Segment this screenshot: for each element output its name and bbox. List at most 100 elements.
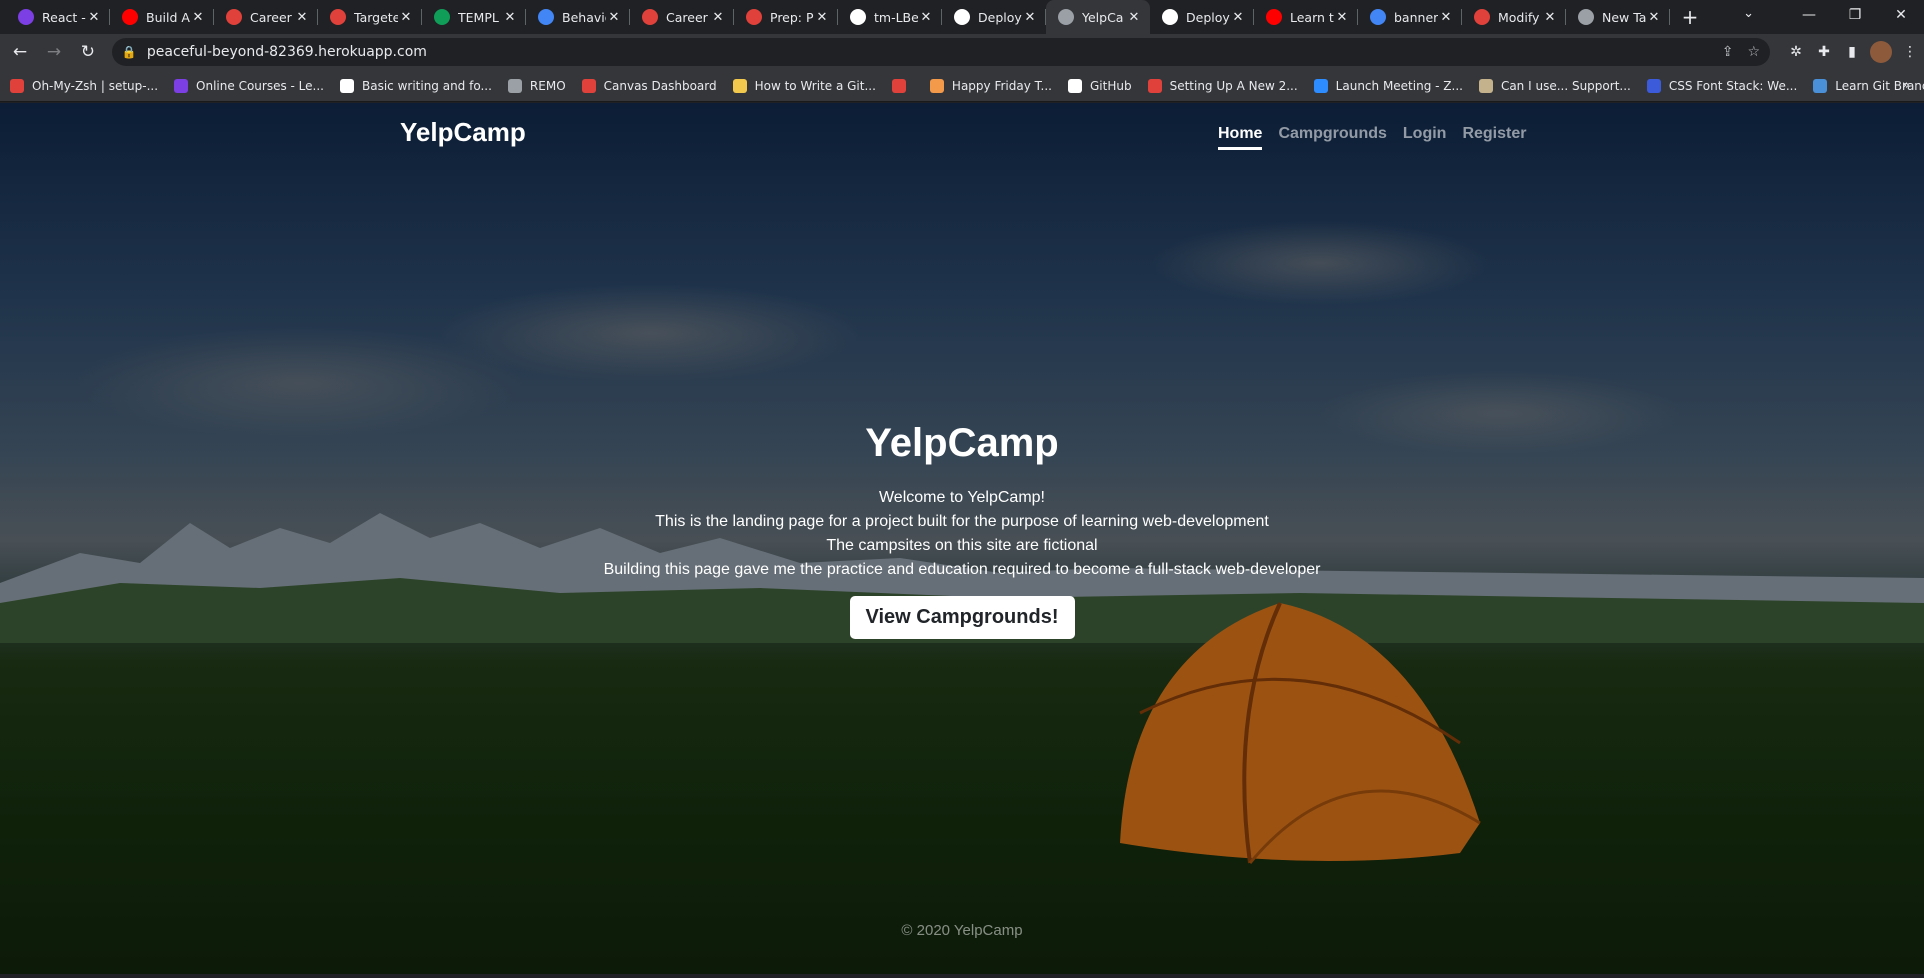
bookmark-item[interactable]: CSS Font Stack: We... (1646, 78, 1797, 93)
view-campgrounds-button[interactable]: View Campgrounds! (849, 596, 1075, 639)
bookmark-item[interactable]: Basic writing and fo... (339, 78, 492, 93)
bookmark-favicon-icon (507, 78, 522, 93)
side-panel-icon[interactable]: ▮ (1838, 44, 1866, 60)
close-window-icon[interactable]: ✕ (1878, 0, 1924, 30)
tab-close-icon[interactable]: ✕ (86, 10, 102, 25)
hero-title: YelpCamp (865, 421, 1059, 465)
bookmark-item[interactable]: REMO (507, 78, 566, 93)
bookmark-favicon-icon (1313, 78, 1328, 93)
url-text[interactable]: peaceful-beyond-82369.herokuapp.com (147, 44, 1708, 60)
browser-tab[interactable]: Prep: P ✕ (734, 0, 838, 34)
browser-tab[interactable]: Build A ✕ (110, 0, 214, 34)
github-icon (1162, 9, 1178, 25)
site-brand[interactable]: YelpCamp (400, 117, 526, 148)
browser-tab[interactable]: New Ta ✕ (1566, 0, 1670, 34)
back-icon[interactable]: ← (6, 38, 34, 66)
browser-tab[interactable]: TEMPL ✕ (422, 0, 526, 34)
nav-login-link[interactable]: Login (1403, 125, 1447, 150)
bookmark-item[interactable]: Setting Up A New 2... (1147, 78, 1298, 93)
tab-search-icon[interactable]: ⌄ (1743, 6, 1754, 21)
bookmark-star-icon[interactable]: ☆ (1747, 44, 1760, 60)
youtube-icon (1266, 9, 1282, 25)
bookmark-label: GitHub (1089, 78, 1132, 93)
bookmark-item[interactable]: Oh-My-Zsh | setup-... (10, 78, 158, 93)
nav-home-link[interactable]: Home (1218, 125, 1263, 150)
tab-close-icon[interactable]: ✕ (1646, 10, 1662, 25)
extensions-puzzle-icon[interactable]: ✚ (1810, 44, 1838, 60)
tab-close-icon[interactable]: ✕ (606, 10, 622, 25)
bookmark-favicon-icon (10, 78, 24, 93)
google-icon (1370, 9, 1386, 25)
menu-kebab-icon[interactable]: ⋮ (1896, 44, 1924, 60)
nav-campgrounds-link[interactable]: Campgrounds (1278, 125, 1386, 150)
share-icon[interactable]: ⇪ (1722, 44, 1734, 60)
bookmark-item[interactable]: Canvas Dashboard (581, 78, 717, 93)
forward-icon[interactable]: → (40, 38, 68, 66)
career-icon (642, 9, 658, 25)
browser-tab[interactable]: Career ✕ (630, 0, 734, 34)
browser-tab[interactable]: Deploy ✕ (942, 0, 1046, 34)
chrome-icon (1578, 9, 1594, 25)
tab-title: Deploy (978, 9, 1022, 25)
lock-icon[interactable]: 🔒 (122, 45, 137, 59)
browser-tab[interactable]: Targete ✕ (318, 0, 422, 34)
tab-close-icon[interactable]: ✕ (1230, 10, 1246, 25)
youtube-icon (122, 9, 138, 25)
tab-close-icon[interactable]: ✕ (1542, 10, 1558, 25)
browser-tab[interactable]: React - ✕ (6, 0, 110, 34)
tab-close-icon[interactable]: ✕ (1438, 10, 1454, 25)
tab-list: React - ✕ Build A ✕ Career ✕ Targete ✕ TEMPL ✕ Beh… (0, 0, 1704, 34)
bookmark-label: Launch Meeting - Z... (1335, 78, 1463, 93)
window-controls: — ❐ ✕ (1786, 0, 1924, 30)
address-bar[interactable]: 🔒 peaceful-beyond-82369.herokuapp.com ⇪ … (111, 38, 1770, 66)
new-tab-icon[interactable]: + (1676, 3, 1704, 31)
minimize-icon[interactable]: — (1786, 0, 1832, 30)
tab-close-icon[interactable]: ✕ (1126, 10, 1142, 25)
hero-practice-note: Building this page gave me the practice … (603, 561, 1321, 578)
tab-close-icon[interactable]: ✕ (918, 10, 934, 25)
tab-close-icon[interactable]: ✕ (398, 10, 414, 25)
tab-title: Modify (1498, 9, 1540, 25)
bookmark-favicon-icon (1813, 78, 1828, 93)
github-icon (954, 9, 970, 25)
bookmark-favicon-icon (1478, 78, 1493, 93)
extension-gear-icon[interactable]: ✲ (1782, 44, 1810, 60)
restore-icon[interactable]: ❐ (1832, 0, 1878, 30)
browser-tab[interactable]: YelpCa ✕ (1046, 0, 1150, 34)
browser-tab[interactable]: tm-LBe ✕ (838, 0, 942, 34)
tab-close-icon[interactable]: ✕ (1334, 10, 1350, 25)
bookmark-item[interactable]: GitHub (1067, 78, 1132, 93)
tab-close-icon[interactable]: ✕ (190, 10, 206, 25)
bookmark-item[interactable]: Launch Meeting - Z... (1313, 78, 1463, 93)
reload-icon[interactable]: ↻ (74, 38, 102, 66)
tab-close-icon[interactable]: ✕ (1022, 10, 1038, 25)
browser-tab[interactable]: Deploy ✕ (1150, 0, 1254, 34)
tab-title: Build A (146, 9, 190, 25)
bookmark-item[interactable]: Online Courses - Le... (174, 78, 324, 93)
bookmarks-overflow-icon[interactable]: » (1902, 78, 1910, 93)
browser-tab[interactable]: Learn t ✕ (1254, 0, 1358, 34)
github-icon (850, 9, 866, 25)
nav-register-link[interactable]: Register (1462, 125, 1526, 150)
tab-close-icon[interactable]: ✕ (710, 10, 726, 25)
tab-close-icon[interactable]: ✕ (814, 10, 830, 25)
browser-tab[interactable]: Modify ✕ (1462, 0, 1566, 34)
bookmark-label: Canvas Dashboard (603, 78, 717, 93)
bookmark-favicon-icon (1147, 78, 1162, 93)
browser-tab[interactable]: Behavio✕ (526, 0, 630, 34)
docs-icon (538, 9, 554, 25)
profile-avatar[interactable] (1870, 41, 1892, 63)
bookmark-item[interactable]: How to Write a Git... (732, 78, 876, 93)
tab-title: React - (42, 9, 86, 25)
bookmark-favicon-icon (1067, 78, 1082, 93)
bookmark-item[interactable]: Happy Friday T... (929, 78, 1052, 93)
tab-close-icon[interactable]: ✕ (502, 10, 518, 25)
bookmark-item[interactable]: Can I use... Support... (1478, 78, 1631, 93)
bookmark-item[interactable] (891, 78, 914, 93)
tab-close-icon[interactable]: ✕ (294, 10, 310, 25)
tab-title: tm-LBe (874, 9, 918, 25)
browser-tab[interactable]: banner ✕ (1358, 0, 1462, 34)
browser-tab[interactable]: Career ✕ (214, 0, 318, 34)
bookmark-favicon-icon (732, 78, 747, 93)
bookmark-favicon-icon (339, 78, 354, 93)
